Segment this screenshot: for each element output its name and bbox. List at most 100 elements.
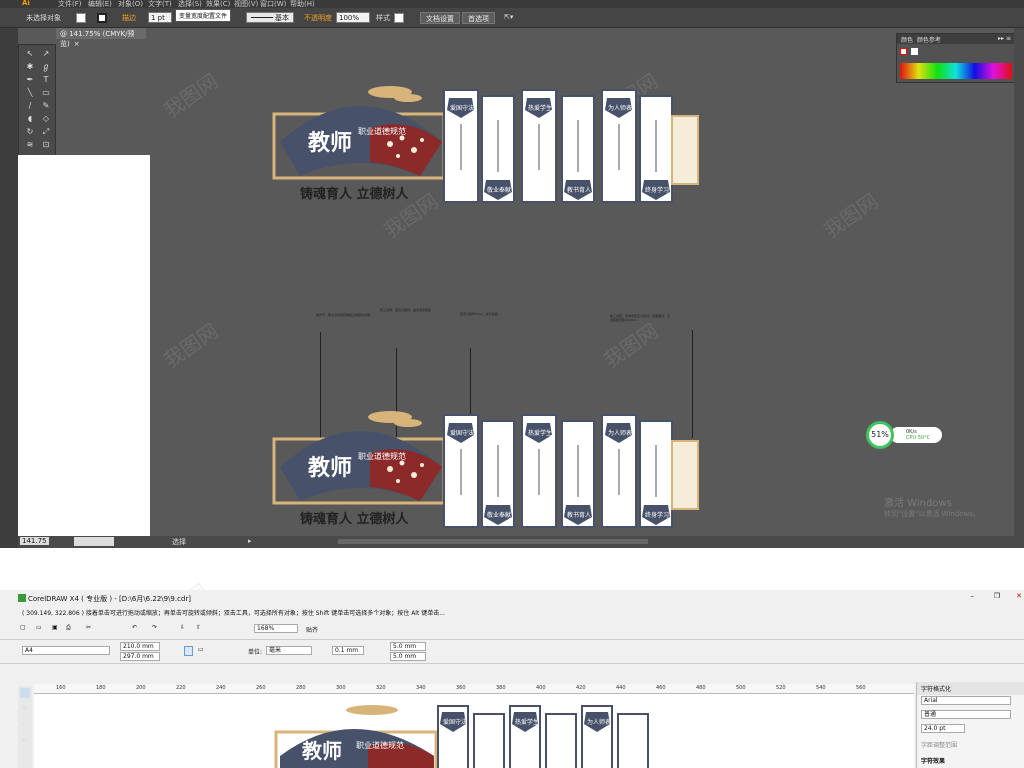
new-icon[interactable]: ▢ <box>20 624 26 631</box>
subtitle-text: 职业道德规范 <box>358 126 406 136</box>
opacity-label[interactable]: 不透明度 <box>304 13 332 23</box>
style-swatch[interactable] <box>394 13 404 23</box>
page-height-input[interactable]: 297.0 mm <box>120 652 160 661</box>
title-bar: CorelDRAW X4 ( 专业版 ) - [D:\6月\6.22\9\9.c… <box>0 590 1024 606</box>
watermark: 我图网 <box>819 188 883 243</box>
selection-tool-icon[interactable]: ↖ <box>24 49 36 59</box>
document-tab[interactable]: @ 141.75% (CMYK/预览) × <box>56 28 146 48</box>
no-selection-label: 未选择对象 <box>26 14 61 22</box>
ruler-tick: 560 <box>856 685 866 691</box>
duplicate-x-input[interactable]: 5.0 mm <box>390 642 426 651</box>
lasso-icon[interactable]: ℊ <box>40 62 52 72</box>
play-icon[interactable]: ▸ <box>248 537 252 545</box>
ruler-tick: 360 <box>456 685 466 691</box>
drawing-canvas[interactable]: 教师 职业道德规范 爱国守法 热爱学生 为人师表 <box>34 694 914 768</box>
free-transform-icon[interactable]: ⊡ <box>40 140 52 150</box>
portrait-button[interactable] <box>184 646 193 656</box>
panel-label: 教书育人 <box>567 186 591 194</box>
page-size-select[interactable]: A4 <box>22 646 110 655</box>
culture-wall-design-top[interactable]: 教师 职业道德规范 铸魂育人 立德树人 爱国守法 热爱学生 为人师表 敬业奉献 … <box>270 80 702 212</box>
panel-label: 为人师表 <box>587 718 611 726</box>
panel-label: 为人师表 <box>608 429 632 437</box>
crop-tool-icon[interactable]: ⌕ <box>21 720 25 730</box>
panel-label: 爱国守法 <box>450 429 474 437</box>
artboard-nav[interactable] <box>74 537 114 546</box>
freehand-tool-icon[interactable]: ✍ <box>21 736 28 745</box>
rotate-tool-icon[interactable]: ↻ <box>24 127 36 137</box>
zoom-select[interactable]: 168% <box>254 624 298 633</box>
opacity-input[interactable]: 100% <box>336 12 370 23</box>
title-text: 教师 <box>308 130 352 156</box>
rectangle-tool-icon[interactable]: ▭ <box>40 88 52 98</box>
redo-icon[interactable]: ↷ <box>152 624 157 631</box>
tab-color-guide[interactable]: 颜色参考 <box>917 37 941 44</box>
page-width-input[interactable]: 210.0 mm <box>120 642 160 651</box>
document-setup-button[interactable]: 文档设置 <box>420 12 460 24</box>
unit-select[interactable]: 毫米 <box>266 646 312 655</box>
shape-tool-icon[interactable]: ✎ <box>21 704 28 713</box>
vertical-scrollbar[interactable] <box>1014 28 1024 536</box>
open-icon[interactable]: ▭ <box>36 624 42 631</box>
horizontal-scrollbar[interactable] <box>338 539 648 544</box>
direct-selection-tool-icon[interactable]: ↗ <box>40 49 52 59</box>
zoom-field[interactable]: 141.75 <box>20 537 49 545</box>
font-size-input[interactable]: 24.0 pt <box>921 724 965 733</box>
pick-tool-icon[interactable] <box>20 688 30 698</box>
cut-icon[interactable]: ✂ <box>86 624 91 631</box>
brush-tool-icon[interactable]: ∕ <box>24 101 36 111</box>
current-tool-label: 选择 <box>172 538 186 546</box>
subtitle-text: 职业道德规范 <box>356 740 404 750</box>
pen-tool-icon[interactable]: ✒ <box>24 75 36 85</box>
stroke-label[interactable]: 描边 <box>122 13 136 23</box>
ruler-tick: 340 <box>416 685 426 691</box>
cloud-ornament <box>368 411 422 427</box>
font-select[interactable]: Arial <box>921 696 1011 705</box>
arrange-icon[interactable]: ⇱▾ <box>504 13 513 21</box>
warp-tool-icon[interactable]: ≋ <box>24 140 36 150</box>
artboard <box>18 155 150 536</box>
tab-color[interactable]: 颜色 <box>901 37 913 44</box>
minimize-icon[interactable]: – <box>971 592 975 600</box>
landscape-button[interactable]: ▭ <box>198 646 204 653</box>
none-swatch[interactable] <box>900 48 907 55</box>
line-tool-icon[interactable]: ╲ <box>24 88 36 98</box>
snap-button[interactable]: 贴齐 <box>306 625 318 634</box>
import-icon[interactable]: ⇩ <box>180 624 185 631</box>
fill-swatch[interactable] <box>76 13 86 23</box>
pencil-tool-icon[interactable]: ✎ <box>40 101 52 111</box>
ai-logo: Ai <box>22 0 30 7</box>
white-swatch[interactable] <box>911 48 918 55</box>
tooltip: 变量宽度配置文件 <box>175 9 232 22</box>
undo-icon[interactable]: ↶ <box>132 624 137 631</box>
duplicate-y-input[interactable]: 5.0 mm <box>390 652 426 661</box>
maximize-icon[interactable]: ❐ <box>994 592 1000 600</box>
print-icon[interactable]: ⎙ <box>66 624 71 632</box>
ruler-tick: 520 <box>776 685 786 691</box>
profile-select[interactable]: 基本 <box>246 12 294 23</box>
export-icon[interactable]: ⇧ <box>196 624 201 631</box>
save-icon[interactable]: ▣ <box>52 624 58 631</box>
stroke-swatch[interactable] <box>97 13 107 23</box>
eraser-icon[interactable]: ◇ <box>40 114 52 124</box>
magic-wand-icon[interactable]: ✱ <box>24 62 36 72</box>
culture-wall-design-bottom[interactable]: 教师 职业道德规范 铸魂育人 立德树人 爱国守法 热爱学生 为人师表 敬业奉献 … <box>270 405 702 537</box>
preferences-button[interactable]: 首选项 <box>462 12 495 24</box>
type-tool-icon[interactable]: T <box>40 75 52 85</box>
standard-toolbar: ▢ ▭ ▣ ⎙ ✂ ↶ ↷ ⇩ ⇧ 168% 贴齐 <box>0 618 1024 640</box>
culture-wall-design-corel[interactable]: 教师 职业道德规范 爱国守法 热爱学生 为人师表 <box>272 702 656 768</box>
spec-note: 施工说明：亚克力雕刻，金色烤漆铝板... <box>380 308 434 312</box>
coreldraw-logo-icon <box>18 594 26 602</box>
nudge-input[interactable]: 0.1 mm <box>332 646 364 655</box>
font-style-select[interactable]: 普通 <box>921 710 1011 719</box>
panel-label: 敬业奉献 <box>487 186 511 194</box>
effects-label[interactable]: 字符效果 <box>921 756 945 765</box>
scale-tool-icon[interactable]: ⤢ <box>40 127 52 137</box>
blob-brush-icon[interactable]: ◖ <box>24 114 36 124</box>
horizontal-ruler: 160 180 200 220 240 260 280 300 320 340 … <box>34 684 914 694</box>
color-spectrum[interactable] <box>900 63 1012 79</box>
close-icon[interactable]: ✕ <box>1016 592 1022 600</box>
ruler-tick: 280 <box>296 685 306 691</box>
cpu-monitor-widget[interactable]: 0K/s CPU 50°C 51% <box>866 418 942 452</box>
toolbox: ✎ ⌕ ✍ <box>18 686 32 768</box>
stroke-weight-input[interactable]: 1 pt <box>148 12 172 23</box>
